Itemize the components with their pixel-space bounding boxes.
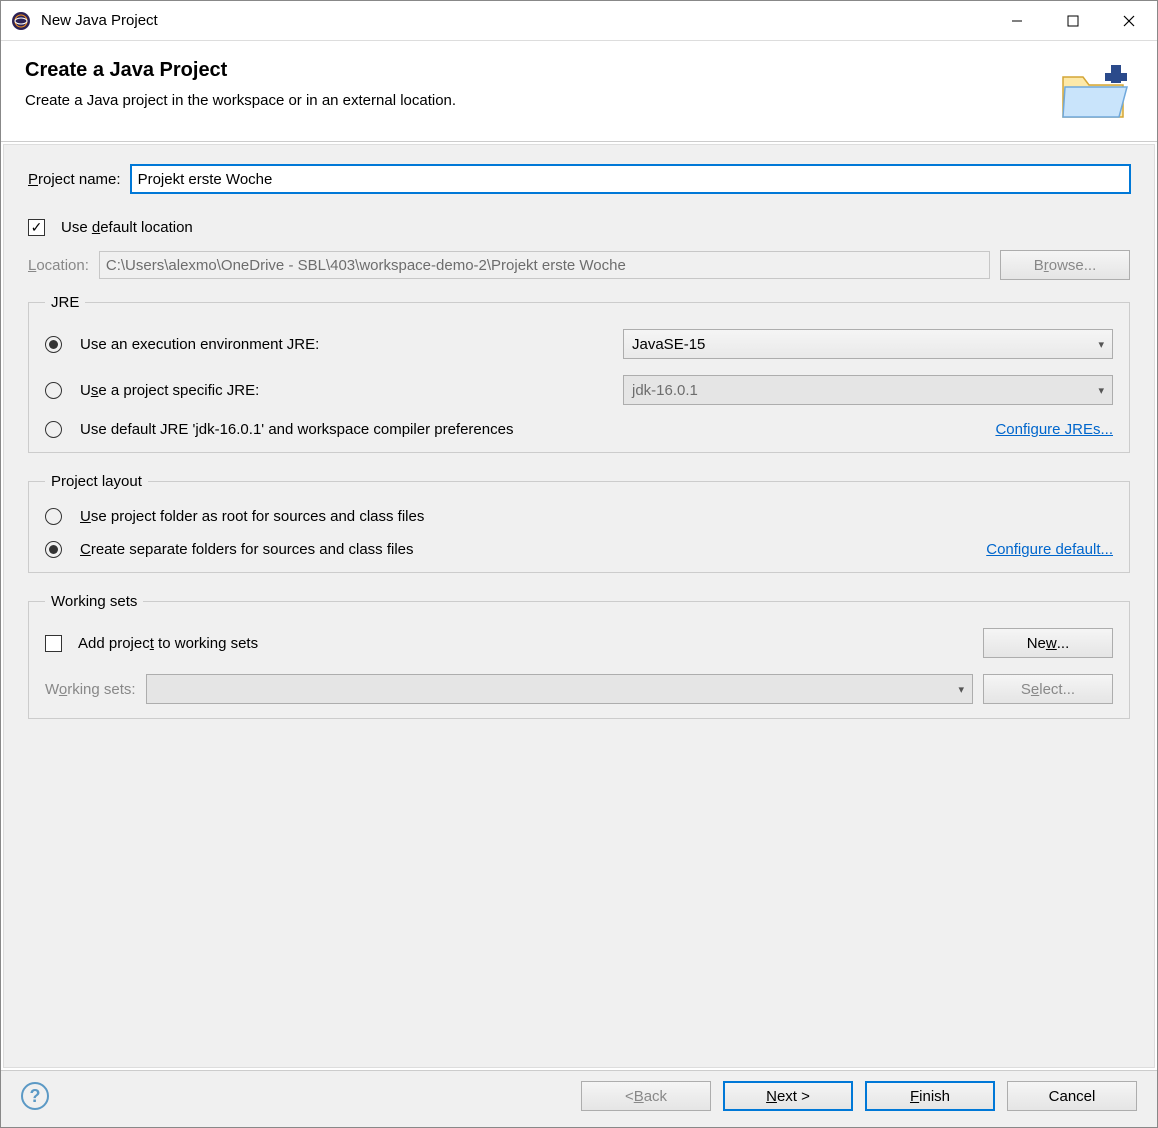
back-button: < Back bbox=[581, 1081, 711, 1111]
project-layout-legend: Project layout bbox=[45, 473, 148, 490]
maximize-button[interactable] bbox=[1045, 1, 1101, 41]
project-name-label: Project name: bbox=[28, 171, 121, 188]
jre-project-specific-label: Use a project specific JRE: bbox=[80, 382, 259, 399]
jre-exec-env-value: JavaSE-15 bbox=[632, 336, 705, 353]
jre-default-label: Use default JRE 'jdk-16.0.1' and workspa… bbox=[80, 421, 513, 438]
help-button[interactable]: ? bbox=[21, 1082, 49, 1110]
layout-root-radio[interactable] bbox=[45, 508, 62, 525]
page-subtitle: Create a Java project in the workspace o… bbox=[25, 92, 1047, 109]
layout-root-label: Use project folder as root for sources a… bbox=[80, 508, 424, 525]
jre-group: JRE Use an execution environment JRE: Ja… bbox=[28, 294, 1130, 453]
titlebar: New Java Project bbox=[1, 1, 1157, 41]
folder-java-icon bbox=[1057, 59, 1133, 123]
minimize-button[interactable] bbox=[989, 1, 1045, 41]
eclipse-icon bbox=[11, 11, 31, 31]
cancel-button[interactable]: Cancel bbox=[1007, 1081, 1137, 1111]
jre-default-radio[interactable] bbox=[45, 421, 62, 438]
working-sets-group: Working sets Add project to working sets… bbox=[28, 593, 1130, 719]
wizard-header: Create a Java Project Create a Java proj… bbox=[1, 41, 1157, 142]
jre-legend: JRE bbox=[45, 294, 85, 311]
configure-default-link[interactable]: Configure default... bbox=[986, 541, 1113, 558]
new-working-set-button[interactable]: New... bbox=[983, 628, 1113, 658]
next-button[interactable]: Next > bbox=[723, 1081, 853, 1111]
page-title: Create a Java Project bbox=[25, 59, 1047, 82]
working-sets-label: Working sets: bbox=[45, 681, 136, 698]
working-sets-legend: Working sets bbox=[45, 593, 143, 610]
layout-separate-label: Create separate folders for sources and … bbox=[80, 541, 414, 558]
working-sets-select: ▾ bbox=[146, 674, 973, 704]
project-layout-group: Project layout Use project folder as roo… bbox=[28, 473, 1130, 573]
add-to-working-sets-label: Add project to working sets bbox=[78, 635, 258, 652]
jre-project-specific-select: jdk-16.0.1 ▾ bbox=[623, 375, 1113, 405]
location-label: Location: bbox=[28, 257, 89, 274]
layout-separate-radio[interactable] bbox=[45, 541, 62, 558]
select-working-set-button: Select... bbox=[983, 674, 1113, 704]
project-name-input[interactable] bbox=[131, 165, 1130, 193]
jre-exec-env-radio[interactable] bbox=[45, 336, 62, 353]
jre-project-specific-radio[interactable] bbox=[45, 382, 62, 399]
finish-button[interactable]: Finish bbox=[865, 1081, 995, 1111]
location-input bbox=[99, 251, 990, 279]
configure-jres-link[interactable]: Configure JREs... bbox=[995, 421, 1113, 438]
browse-button: Browse... bbox=[1000, 250, 1130, 280]
wizard-footer: ? < Back Next > Finish Cancel bbox=[1, 1070, 1157, 1127]
chevron-down-icon: ▾ bbox=[1098, 338, 1104, 351]
jre-project-specific-value: jdk-16.0.1 bbox=[632, 382, 698, 399]
add-to-working-sets-checkbox[interactable] bbox=[45, 635, 62, 652]
use-default-location-label: Use default location bbox=[61, 219, 193, 236]
jre-exec-env-label: Use an execution environment JRE: bbox=[80, 336, 319, 353]
dialog-window: New Java Project Create a Java Project C… bbox=[0, 0, 1158, 1128]
jre-exec-env-select[interactable]: JavaSE-15 ▾ bbox=[623, 329, 1113, 359]
window-title: New Java Project bbox=[41, 12, 989, 29]
chevron-down-icon: ▾ bbox=[958, 683, 964, 696]
close-button[interactable] bbox=[1101, 1, 1157, 41]
chevron-down-icon: ▾ bbox=[1098, 384, 1104, 397]
wizard-content: Project name: Use default location Locat… bbox=[3, 144, 1155, 1068]
use-default-location-checkbox[interactable] bbox=[28, 219, 45, 236]
